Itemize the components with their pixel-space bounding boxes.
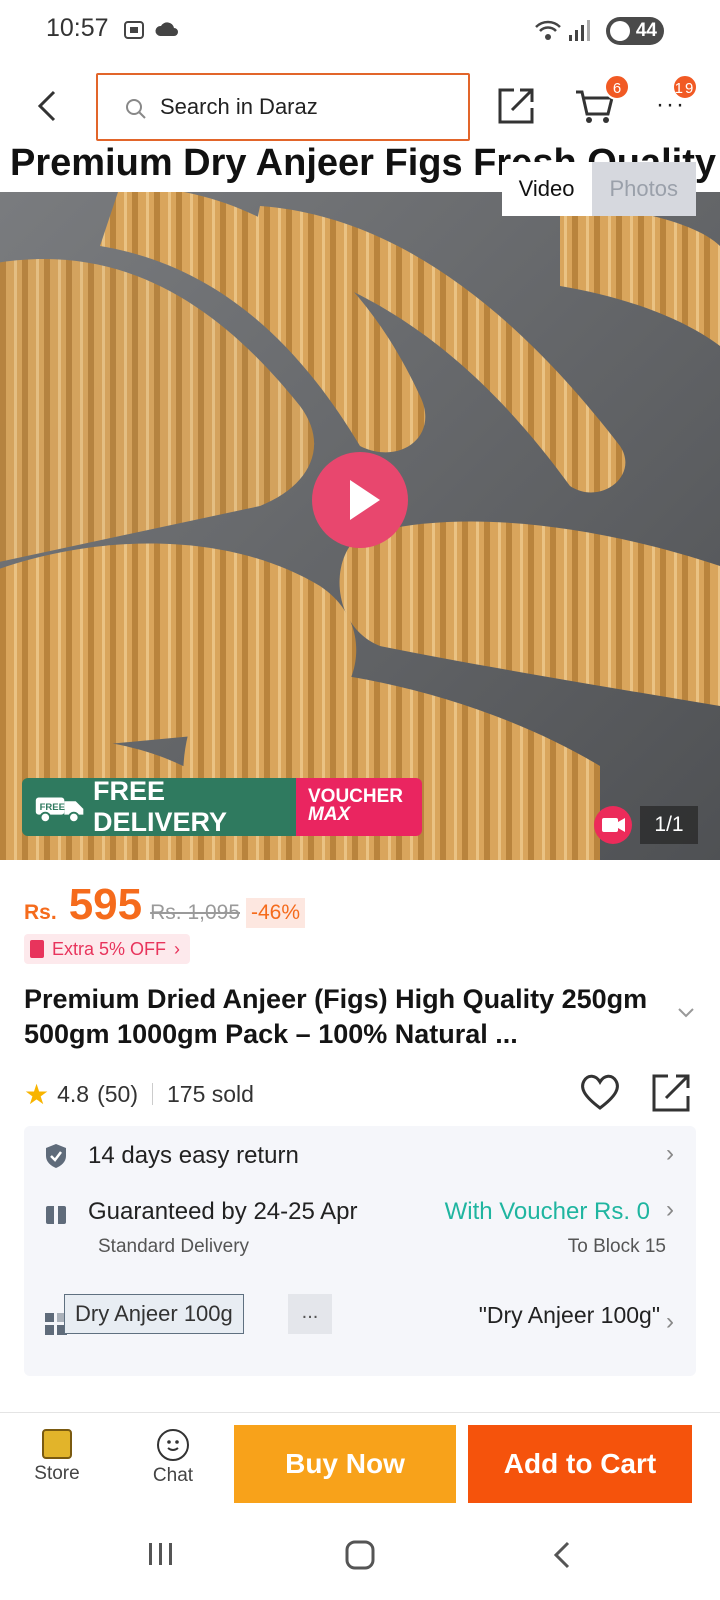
status-time: 10:57 bbox=[46, 14, 109, 42]
share-icon bbox=[498, 88, 534, 124]
play-button[interactable] bbox=[312, 452, 408, 548]
tab-video[interactable]: Video bbox=[501, 162, 592, 216]
media-counter: 1/1 bbox=[640, 806, 698, 844]
rating-divider bbox=[152, 1083, 153, 1105]
discount-badge: -46% bbox=[246, 898, 306, 928]
voucher-line2: MAX bbox=[308, 804, 351, 825]
chat-icon bbox=[157, 1429, 189, 1461]
product-media[interactable]: Premium Dry Anjeer Figs Fresh Quality Vi… bbox=[0, 146, 720, 860]
tab-photos[interactable]: Photos bbox=[591, 162, 696, 216]
search-icon bbox=[126, 99, 146, 119]
more-button[interactable]: ··· 19 bbox=[656, 74, 698, 126]
share-icon bbox=[652, 1074, 690, 1112]
system-navigation-bar bbox=[0, 1517, 720, 1600]
variant-more-chip[interactable]: ... bbox=[288, 1294, 332, 1334]
status-system-icons bbox=[534, 19, 590, 43]
original-price: Rs. 1,095 bbox=[150, 901, 240, 924]
status-bar: 10:57 44 bbox=[0, 0, 720, 62]
top-nav: Search in Daraz 6 ··· 19 bbox=[0, 68, 720, 144]
store-logo-icon bbox=[42, 1429, 72, 1459]
battery-level: 44 bbox=[635, 20, 657, 41]
cart-button[interactable]: 6 bbox=[574, 74, 630, 126]
extra-off-voucher[interactable]: Extra 5% OFF › bbox=[24, 934, 191, 964]
share-button[interactable] bbox=[496, 84, 538, 126]
free-delivery-text: FREE DELIVERY bbox=[93, 778, 228, 836]
free-tag-text: FREE bbox=[40, 802, 65, 813]
product-title: Premium Dried Anjeer (Figs) High Quality… bbox=[24, 984, 648, 1049]
delivery-text: Guaranteed by 24-25 Apr bbox=[88, 1198, 358, 1225]
variant-chip[interactable]: Dry Anjeer 100g bbox=[64, 1294, 244, 1334]
home-icon[interactable] bbox=[344, 1539, 376, 1571]
battery-saver-icon bbox=[610, 21, 630, 41]
cart-badge: 6 bbox=[604, 74, 630, 100]
back-button[interactable] bbox=[30, 86, 66, 126]
delivery-truck-icon: FREE bbox=[35, 797, 84, 824]
chat-button[interactable]: Chat bbox=[146, 1429, 200, 1487]
back-nav-icon[interactable] bbox=[548, 1539, 578, 1571]
chevron-right-icon: › bbox=[174, 939, 181, 959]
promo-banner: FREE FREE DELIVERY VOUCHER MAX bbox=[22, 778, 422, 836]
heart-icon bbox=[581, 1074, 619, 1110]
to-block-text: To Block 15 bbox=[567, 1236, 666, 1257]
bottom-action-bar: Store Chat Buy Now Add to Cart bbox=[0, 1413, 720, 1517]
return-policy-row[interactable]: 14 days easy return › bbox=[24, 1126, 696, 1184]
price-value: 595 bbox=[68, 880, 143, 929]
recent-apps-icon[interactable] bbox=[146, 1539, 176, 1569]
more-badge: 19 bbox=[672, 74, 698, 100]
wishlist-button[interactable] bbox=[578, 1070, 622, 1114]
selected-variant: "Dry Anjeer 100g" bbox=[478, 1302, 660, 1328]
rating-row[interactable]: ★ 4.8 (50) 175 sold bbox=[24, 1074, 254, 1114]
service-info-card: 14 days easy return › Guaranteed by 24-2… bbox=[24, 1126, 696, 1376]
delivery-box-icon bbox=[46, 1202, 66, 1224]
store-label: Store bbox=[34, 1463, 80, 1484]
sold-count: 175 sold bbox=[167, 1080, 254, 1107]
screenshot-icon bbox=[124, 21, 144, 39]
store-button[interactable]: Store bbox=[30, 1429, 84, 1485]
price-row: Rs. 595 Rs. 1,095 -46% bbox=[24, 880, 306, 930]
delivery-sub-text: Standard Delivery bbox=[98, 1236, 250, 1257]
rating-count: (50) bbox=[97, 1080, 138, 1107]
shield-icon bbox=[46, 1144, 66, 1168]
return-text: 14 days easy return bbox=[88, 1142, 299, 1169]
delivery-row[interactable]: Guaranteed by 24-25 Apr Standard Deliver… bbox=[24, 1188, 696, 1278]
extra-off-text: Extra 5% OFF bbox=[52, 939, 167, 959]
cloud-icon bbox=[155, 22, 178, 36]
search-placeholder: Search in Daraz bbox=[160, 94, 318, 119]
rating-value: 4.8 bbox=[57, 1080, 90, 1107]
search-input[interactable]: Search in Daraz bbox=[96, 73, 470, 141]
chat-label: Chat bbox=[152, 1465, 194, 1486]
video-camera-icon bbox=[594, 806, 632, 844]
share-product-button[interactable] bbox=[650, 1070, 694, 1114]
media-toggle: Video Photos bbox=[501, 162, 696, 216]
chevron-right-icon: › bbox=[666, 1196, 674, 1223]
free-delivery-badge: FREE FREE DELIVERY bbox=[22, 778, 296, 836]
voucher-tag-icon bbox=[30, 940, 44, 958]
signal-icon bbox=[569, 20, 590, 41]
chevron-left-icon bbox=[37, 90, 56, 122]
chevron-right-icon: › bbox=[666, 1140, 674, 1167]
add-to-cart-button[interactable]: Add to Cart bbox=[468, 1425, 692, 1503]
battery-indicator: 44 bbox=[606, 17, 664, 45]
star-icon: ★ bbox=[24, 1078, 50, 1110]
price-currency: Rs. bbox=[24, 901, 57, 924]
buy-now-button[interactable]: Buy Now bbox=[234, 1425, 456, 1503]
voucher-max-badge: VOUCHER MAX bbox=[296, 778, 422, 836]
voucher-text: With Voucher Rs. 0 bbox=[444, 1198, 650, 1225]
status-notification-icons bbox=[122, 18, 180, 42]
chevron-right-icon: › bbox=[666, 1308, 674, 1335]
expand-title-icon[interactable] bbox=[676, 1006, 696, 1020]
wifi-icon bbox=[535, 20, 561, 40]
